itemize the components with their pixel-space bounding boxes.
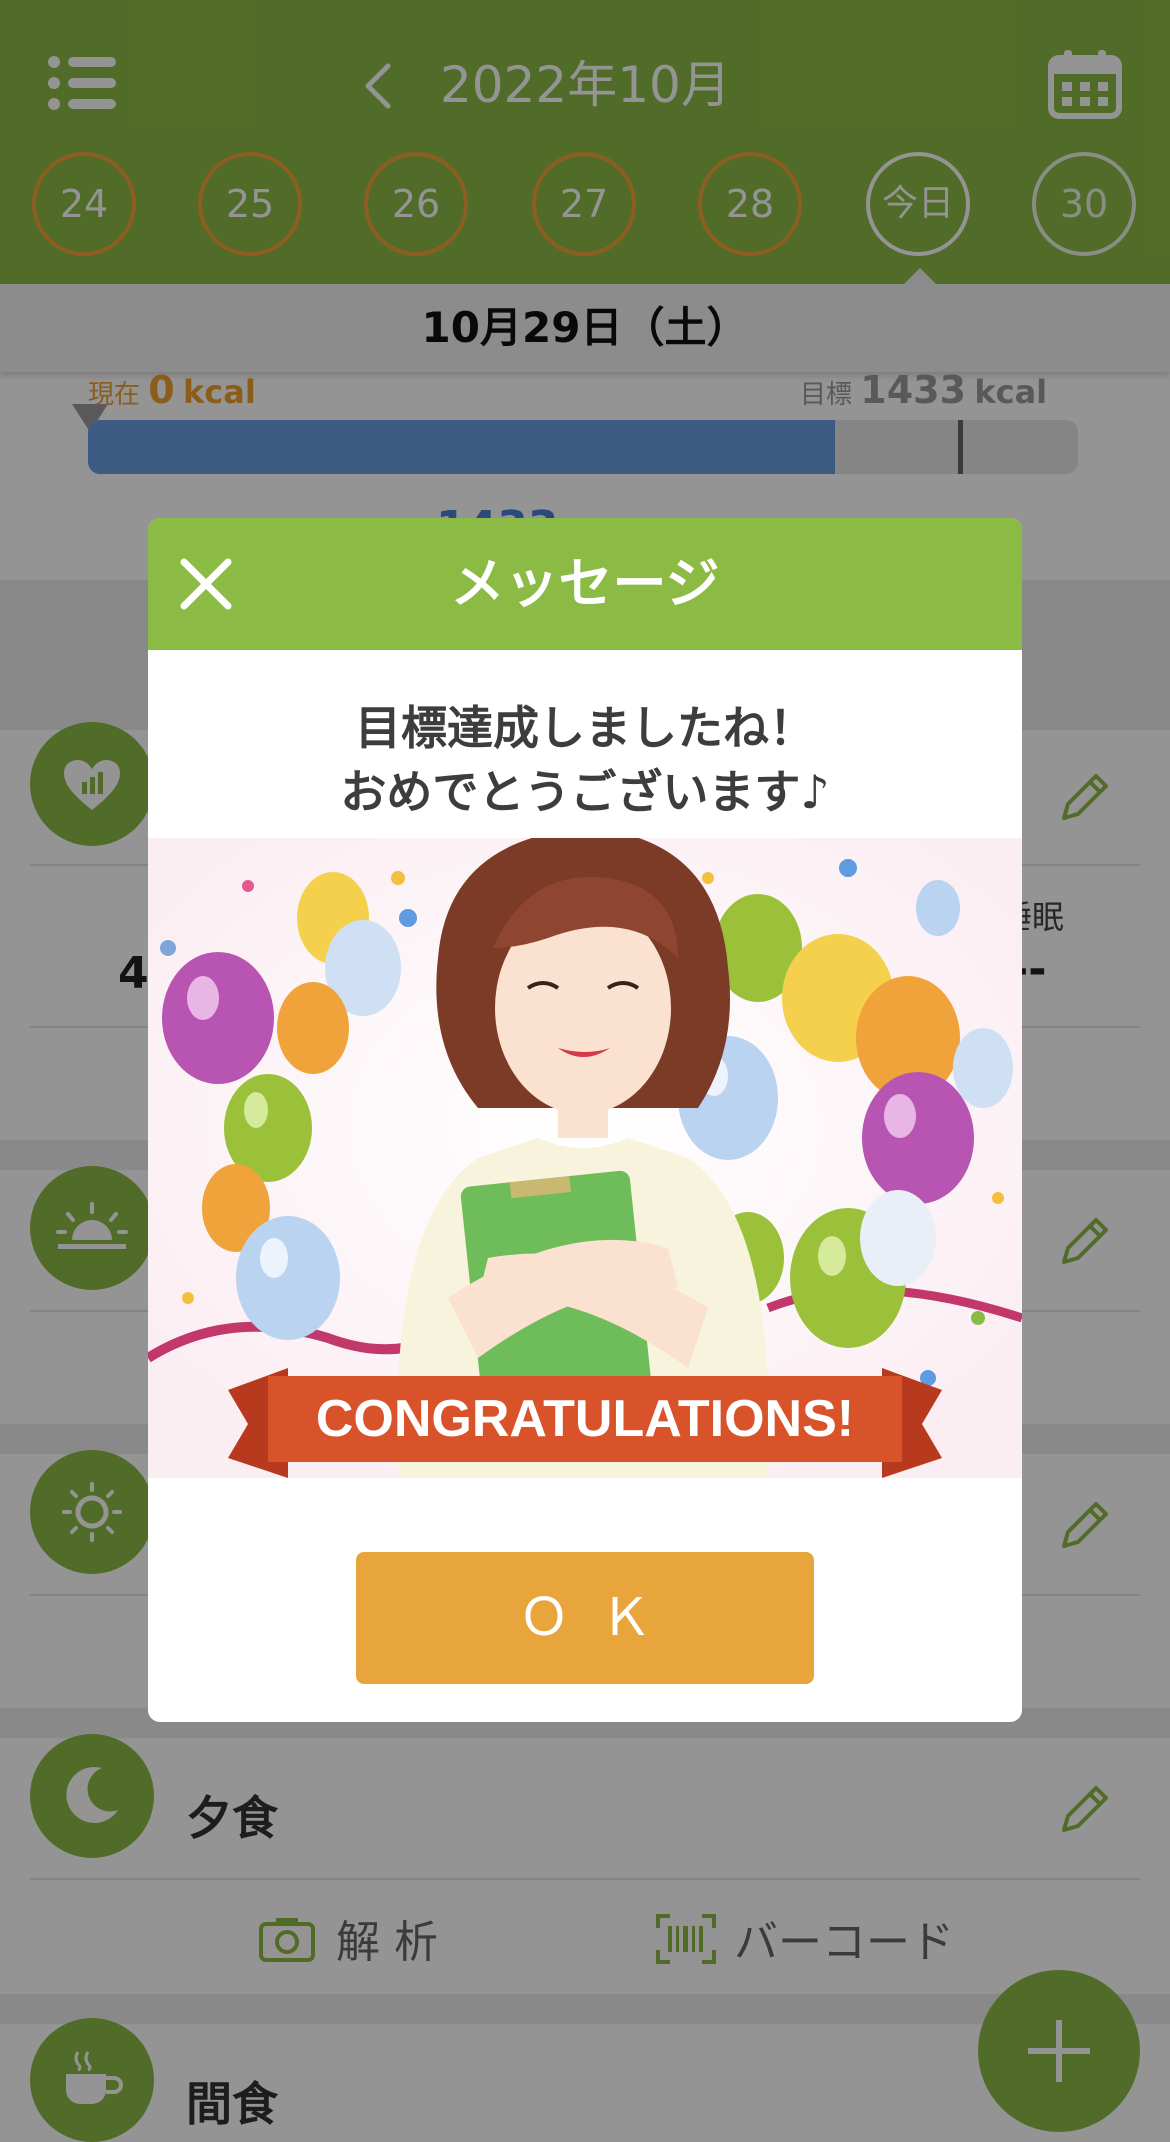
message-line-1: 目標達成しましたね！ xyxy=(355,701,815,755)
dialog-title: メッセージ xyxy=(450,552,720,615)
dialog-message: 目標達成しましたね！ おめでとうございます♪ xyxy=(148,696,1022,824)
message-dialog: メッセージ 目標達成しましたね！ おめでとうございます♪ CONGRATULAT… xyxy=(148,518,1022,1722)
close-icon[interactable] xyxy=(178,556,234,612)
message-line-2: おめでとうございます♪ xyxy=(340,765,830,819)
banner-text: CONGRATULATIONS! xyxy=(316,1390,854,1448)
ok-button[interactable]: ＯＫ xyxy=(356,1552,814,1684)
congratulations-illustration: CONGRATULATIONS! xyxy=(148,838,1022,1478)
